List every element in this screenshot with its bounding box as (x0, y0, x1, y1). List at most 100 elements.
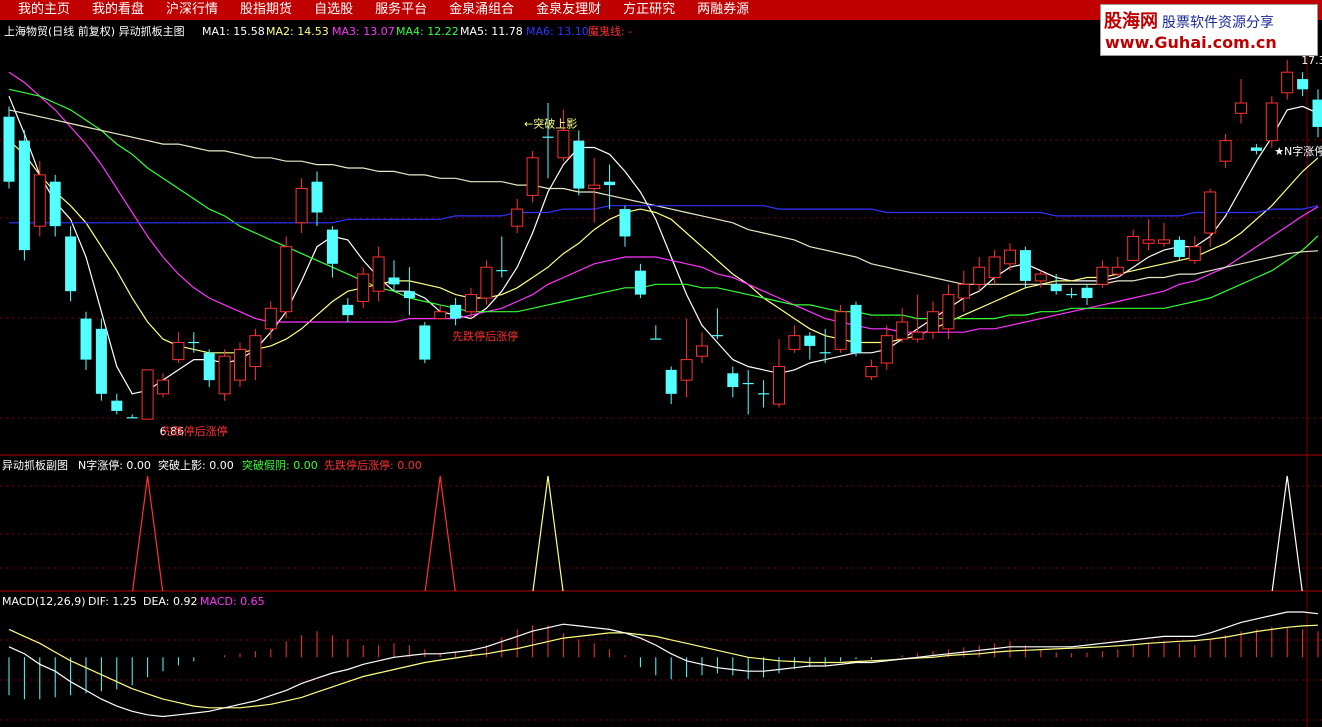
candle-81 (1250, 144, 1262, 155)
candle-body-83 (1281, 71, 1294, 94)
candle-83 (1281, 59, 1294, 100)
candle-body-14 (218, 355, 231, 395)
candle-31 (480, 260, 493, 305)
menu-item-2[interactable]: 沪深行情 (148, 0, 218, 20)
candle-9 (141, 369, 154, 420)
candle-body-39 (604, 181, 616, 186)
candle-33 (511, 198, 524, 234)
candle-8 (126, 414, 138, 419)
sub-panel-title: 异动抓板副图 (2, 458, 68, 472)
candle-5 (80, 311, 92, 370)
ma-label-0: MA1: 15.58 (202, 25, 265, 38)
candle-48 (742, 369, 754, 415)
menu-item-1[interactable]: 我的看盘 (74, 0, 144, 20)
candle-body-34 (526, 157, 539, 196)
candle-body-85 (1312, 99, 1322, 127)
candle-body-27 (419, 325, 431, 360)
sub-label-3: 先跌停后涨停: 0.00 (324, 458, 422, 472)
ma2-line (8, 140, 1319, 354)
candle-38 (588, 157, 601, 223)
menu-item-7[interactable]: 金泉友理财 (518, 0, 601, 20)
candle-62 (957, 270, 970, 312)
menu-item-8[interactable]: 方正研究 (605, 0, 675, 20)
macd-dea-line (8, 624, 1319, 709)
candle-3 (49, 174, 61, 237)
candle-body-58 (896, 321, 909, 340)
menu-item-6[interactable]: 金泉涌组合 (431, 0, 514, 20)
main-panel-title: 上海物贸(日线 前复权) 异动抓板主图 (4, 24, 185, 38)
candle-body-33 (511, 208, 524, 227)
candle-76 (1173, 236, 1185, 261)
candle-body-60 (927, 311, 939, 333)
sub-label-0: N字涨停: 0.00 (78, 458, 151, 472)
candle-body-78 (1204, 191, 1217, 234)
macd-label-0: DIF: 1.25 (88, 595, 137, 608)
candle-body-82 (1265, 102, 1278, 142)
candle-68 (1050, 274, 1062, 295)
candle-body-45 (696, 345, 708, 357)
candle-35 (542, 103, 554, 179)
annotation-2: ←突破上影 (524, 116, 577, 130)
candle-body-18 (280, 246, 293, 313)
candle-29 (450, 298, 462, 326)
candle-body-37 (573, 140, 585, 189)
candle-body-61 (942, 294, 955, 330)
candle-body-76 (1173, 239, 1185, 257)
watermark-brand: 股海网 (1104, 11, 1158, 32)
candle-64 (988, 250, 1001, 285)
macd-panel-title: MACD(12,26,9) (2, 595, 86, 608)
macd-label-2: MACD: 0.65 (200, 595, 265, 608)
candle-body-72 (1111, 266, 1124, 275)
macd-subchart (8, 611, 1319, 718)
candle-body-56 (865, 365, 878, 378)
candle-55 (850, 301, 862, 357)
candle-body-7 (111, 400, 123, 411)
candle-body-41 (634, 270, 646, 295)
candle-body-50 (773, 365, 785, 405)
signal-spike-0 (132, 475, 164, 592)
ma-label-3: MA4: 12.22 (396, 25, 459, 38)
menu-item-0[interactable]: 我的主页 (0, 0, 70, 20)
ma-label-6: 魔鬼线: - (588, 24, 632, 38)
candle-body-75 (1158, 239, 1170, 244)
candle-body-40 (619, 209, 631, 237)
candle-body-66 (1019, 250, 1031, 281)
candle-32 (496, 236, 508, 278)
candle-45 (696, 332, 708, 364)
candle-body-1 (18, 140, 30, 251)
candle-body-4 (65, 236, 77, 292)
candle-body-36 (557, 129, 570, 159)
panel-labels: 上海物贸(日线 前复权) 异动抓板主图 MA1: 15.58 MA2: 14.53 M… (2, 24, 632, 608)
candle-74 (1142, 219, 1155, 251)
candle-body-0 (3, 116, 15, 182)
candle-4 (65, 226, 77, 302)
candle-body-28 (434, 311, 447, 320)
candle-body-77 (1188, 246, 1201, 261)
ma-label-4: MA5: 11.78 (460, 25, 523, 38)
candle-body-16 (249, 335, 262, 367)
candle-66 (1019, 246, 1031, 288)
candle-70 (1081, 284, 1093, 305)
candle-15 (234, 342, 246, 387)
candle-13 (203, 349, 215, 387)
ma-label-5: MA6: 13.10 (526, 25, 589, 38)
candle-body-54 (834, 311, 847, 350)
candle-16 (249, 328, 262, 381)
candle-body-2 (33, 174, 46, 227)
candle-49 (758, 380, 770, 408)
candle-25 (388, 260, 400, 292)
ma3-line (8, 71, 1319, 333)
menu-item-3[interactable]: 股指期货 (222, 0, 292, 20)
menu-item-9[interactable]: 两融券源 (679, 0, 749, 20)
ma-label-1: MA2: 14.53 (266, 25, 329, 38)
candle-body-67 (1034, 273, 1047, 282)
candle-body-17 (264, 307, 277, 330)
candle-body-71 (1096, 266, 1109, 285)
candle-body-81 (1250, 147, 1262, 151)
candle-body-26 (403, 291, 415, 299)
menu-item-5[interactable]: 服务平台 (357, 0, 427, 20)
macd-dif-line (8, 611, 1319, 718)
menu-item-4[interactable]: 自选股 (296, 0, 353, 20)
candle-50 (773, 339, 785, 408)
candle-23 (357, 267, 370, 309)
